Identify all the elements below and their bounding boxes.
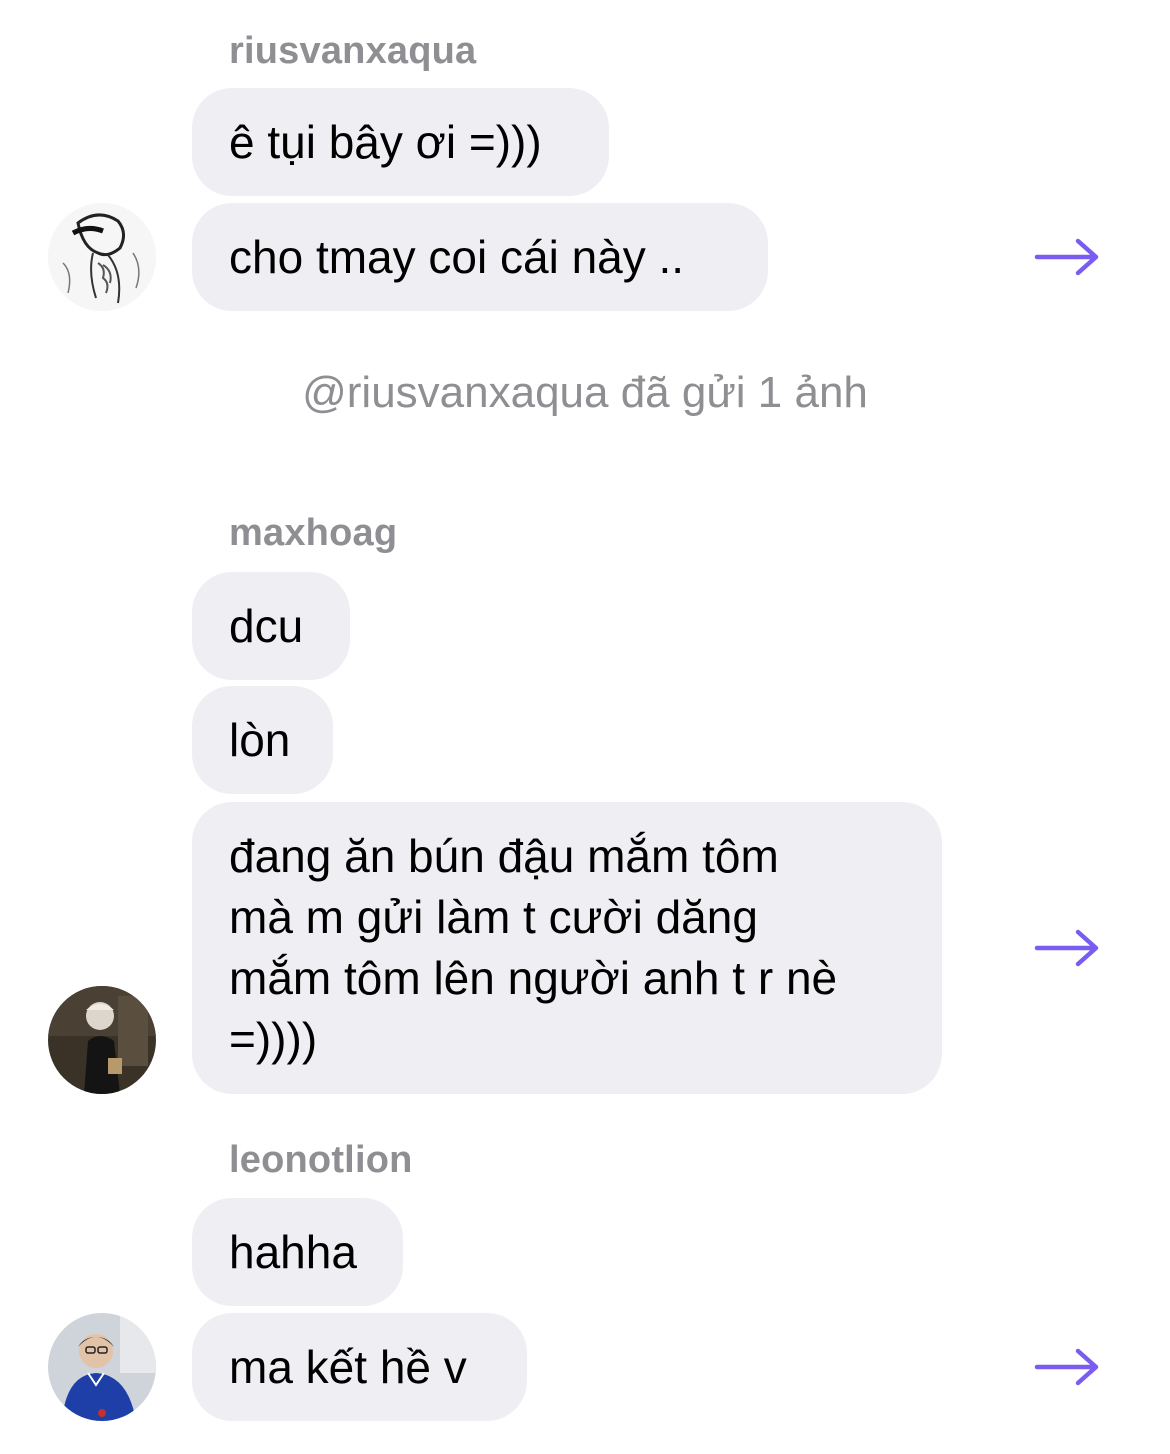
avatar[interactable] xyxy=(48,986,156,1094)
photo-avatar-icon xyxy=(48,1313,156,1421)
sender-name: leonotlion xyxy=(229,1139,413,1181)
message-bubble[interactable]: cho tmay coi cái này .. xyxy=(192,203,768,311)
message-bubble[interactable]: đang ăn bún đậu mắm tôm mà m gửi làm t c… xyxy=(192,802,942,1094)
sender-name: maxhoag xyxy=(229,512,398,554)
message-bubble[interactable]: dcu xyxy=(192,572,350,680)
message-bubble[interactable]: ma kết hề v xyxy=(192,1313,527,1421)
message-bubble[interactable]: ê tụi bây ơi =))) xyxy=(192,88,609,196)
photo-avatar-icon xyxy=(48,986,156,1094)
avatar[interactable] xyxy=(48,1313,156,1421)
message-bubble[interactable]: lòn xyxy=(192,686,333,794)
sketch-avatar-icon xyxy=(48,203,156,311)
system-message: @riusvanxaqua đã gửi 1 ảnh xyxy=(302,368,868,417)
arrow-right-icon[interactable] xyxy=(1034,928,1102,968)
message-bubble[interactable]: hahha xyxy=(192,1198,403,1306)
avatar[interactable] xyxy=(48,203,156,311)
arrow-right-icon[interactable] xyxy=(1034,237,1102,277)
sender-name: riusvanxaqua xyxy=(229,30,477,72)
arrow-right-icon[interactable] xyxy=(1034,1347,1102,1387)
